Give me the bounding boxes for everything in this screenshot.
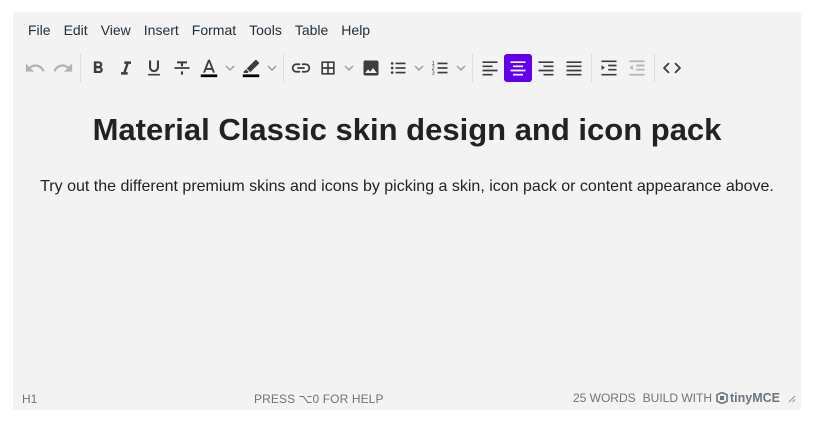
menu-insert[interactable]: Insert: [138, 16, 185, 44]
align-center-button[interactable]: [504, 54, 532, 82]
menu-tools[interactable]: Tools: [243, 16, 288, 44]
menu-edit[interactable]: Edit: [58, 16, 94, 44]
align-left-button[interactable]: [476, 54, 504, 82]
strikethrough-button[interactable]: [168, 54, 196, 82]
tinymce-brand: tinyMCE: [730, 391, 780, 405]
toolbar: 1 2 3: [13, 51, 689, 85]
align-right-icon: [538, 61, 554, 76]
italic-button[interactable]: [112, 54, 140, 82]
indent-icon: [601, 60, 617, 76]
source-code-icon: [662, 62, 682, 74]
statusbar: H1 PRESS ⌥0 FOR HELP 25 WORDS BUILD WITH…: [13, 386, 801, 410]
align-justify-button[interactable]: [560, 54, 588, 82]
underline-button[interactable]: [140, 54, 168, 82]
editor-content[interactable]: Material Classic skin design and icon pa…: [13, 108, 801, 198]
italic-icon: [121, 61, 131, 75]
outdent-button[interactable]: [623, 54, 651, 82]
chevron-down-icon: [344, 65, 354, 71]
bullet-list-split-button[interactable]: [385, 54, 427, 82]
table-button[interactable]: [315, 54, 341, 82]
svg-text:3: 3: [432, 70, 435, 76]
image-button[interactable]: [357, 54, 385, 82]
editor-container: File Edit View Insert Format Tools Table…: [13, 12, 801, 410]
menu-format[interactable]: Format: [186, 16, 242, 44]
help-hint: PRESS ⌥0 FOR HELP: [254, 392, 384, 406]
content-heading[interactable]: Material Classic skin design and icon pa…: [13, 108, 801, 152]
tinymce-logo-icon: [716, 392, 728, 404]
align-justify-icon: [566, 61, 582, 76]
underline-icon: [148, 60, 160, 76]
menubar: File Edit View Insert Format Tools Table…: [13, 12, 377, 48]
bold-button[interactable]: [84, 54, 112, 82]
highlight-color-dropdown[interactable]: [264, 54, 280, 82]
strikethrough-icon: [174, 61, 190, 75]
source-code-button[interactable]: [658, 54, 686, 82]
undo-icon: [25, 63, 45, 72]
menu-file[interactable]: File: [22, 16, 57, 44]
indent-button[interactable]: [595, 54, 623, 82]
table-split-button[interactable]: [315, 54, 357, 82]
numbered-list-button[interactable]: 1 2 3: [427, 54, 453, 82]
highlight-color-icon: [242, 59, 260, 78]
toolbar-group-insert: 1 2 3: [284, 51, 472, 85]
numbered-list-dropdown[interactable]: [453, 54, 469, 82]
undo-button[interactable]: [21, 54, 49, 82]
bullet-list-button[interactable]: [385, 54, 411, 82]
text-color-button[interactable]: [196, 54, 222, 82]
element-path[interactable]: H1: [22, 392, 37, 406]
build-with-label: BUILD WITH: [642, 391, 712, 405]
text-color-split-button[interactable]: [196, 54, 238, 82]
text-color-icon: [200, 59, 218, 78]
image-icon: [363, 60, 379, 76]
chevron-down-icon: [414, 65, 424, 71]
content-paragraph[interactable]: Try out the different premium skins and …: [13, 176, 801, 198]
align-right-button[interactable]: [532, 54, 560, 82]
link-icon: [291, 63, 311, 73]
chevron-down-icon: [225, 65, 235, 71]
highlight-color-button[interactable]: [238, 54, 264, 82]
bullet-list-dropdown[interactable]: [411, 54, 427, 82]
outdent-icon: [629, 60, 645, 76]
menu-table[interactable]: Table: [289, 16, 334, 44]
table-icon: [321, 61, 335, 75]
align-center-icon: [510, 61, 526, 76]
chevron-down-icon: [456, 65, 466, 71]
redo-button[interactable]: [49, 54, 77, 82]
menu-view[interactable]: View: [95, 16, 137, 44]
word-count[interactable]: 25 WORDS: [573, 391, 636, 405]
resize-handle-icon[interactable]: [786, 393, 796, 403]
toolbar-group-indentation: [592, 51, 654, 85]
statusbar-right: 25 WORDS BUILD WITH tinyMCE: [573, 391, 796, 405]
bold-icon: [93, 61, 103, 73]
menu-help[interactable]: Help: [335, 16, 376, 44]
redo-icon: [53, 63, 73, 72]
toolbar-group-formatting: [81, 51, 283, 85]
toolbar-group-alignment: [473, 51, 591, 85]
bullet-list-icon: [390, 62, 406, 74]
toolbar-group-history: [18, 51, 80, 85]
tinymce-logo-link[interactable]: tinyMCE: [716, 391, 780, 405]
link-button[interactable]: [287, 54, 315, 82]
toolbar-group-code: [655, 51, 689, 85]
table-dropdown[interactable]: [341, 54, 357, 82]
numbered-list-icon: 1 2 3: [432, 61, 448, 76]
numbered-list-split-button[interactable]: 1 2 3: [427, 54, 469, 82]
highlight-color-split-button[interactable]: [238, 54, 280, 82]
text-color-dropdown[interactable]: [222, 54, 238, 82]
align-left-icon: [482, 61, 498, 76]
chevron-down-icon: [267, 65, 277, 71]
